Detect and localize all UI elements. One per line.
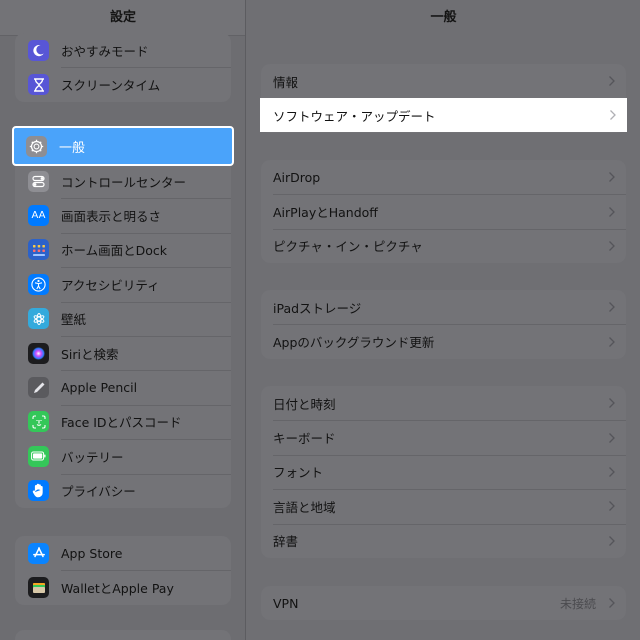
row-label: VPN: [273, 595, 299, 611]
sidebar-item-label: バッテリー: [61, 447, 124, 466]
chevron-right-icon: [609, 467, 615, 477]
sidebar-item-label: Siriと検索: [61, 344, 119, 363]
row-label: AirDrop: [273, 169, 321, 185]
sidebar-title: 設定: [0, 0, 245, 36]
chevron-right-icon: [609, 172, 615, 183]
sidebar-group-device: コントロールセンター AA 画面表示と明るさ ホーム画面とDock アクセシビリ…: [15, 128, 231, 508]
sidebar-item-label: コントロールセンター: [61, 174, 187, 190]
page-title: 一般: [430, 10, 457, 25]
settings-row-about[interactable]: 情報: [261, 64, 626, 98]
row-label: 言語と地域: [273, 499, 336, 515]
settings-row-language-region[interactable]: 言語と地域: [261, 489, 626, 523]
sidebar-item-apple-pencil[interactable]: Apple Pencil: [15, 370, 231, 404]
settings-row-keyboard[interactable]: キーボード: [261, 420, 626, 454]
detail-pane: 一般 情報 ソフトウェア・アップデート AirDrop AirPlayとHand…: [247, 0, 640, 640]
settings-row-airdrop[interactable]: AirDrop: [261, 160, 626, 194]
sidebar-item-label: App Store: [61, 545, 123, 561]
sidebar-item-accessibility[interactable]: アクセシビリティ: [15, 267, 231, 301]
settings-row-date-time[interactable]: 日付と時刻: [261, 386, 626, 420]
row-label: 辞書: [273, 534, 299, 550]
settings-row-software-update[interactable]: ソフトウェア・アップデート: [260, 98, 627, 132]
sidebar-group-store: App Store WalletとApple Pay: [15, 536, 231, 605]
sidebar-item-label: WalletとApple Pay: [61, 578, 174, 597]
chevron-right-icon: [609, 598, 615, 609]
chevron-right-icon: [609, 535, 615, 546]
row-label: Appのバックグラウンド更新: [273, 335, 435, 351]
hourglass-icon: [28, 74, 49, 96]
chevron-right-icon: [609, 432, 615, 443]
settings-row-fonts[interactable]: フォント: [261, 454, 626, 489]
settings-row-ipad-storage[interactable]: iPadストレージ: [261, 290, 626, 324]
siri-icon: [28, 342, 49, 364]
chevron-right-icon: [609, 241, 615, 251]
sidebar-item-do-not-disturb[interactable]: おやすみモード: [15, 33, 231, 67]
chevron-right-icon: [609, 302, 615, 313]
sidebar-item-label: プライバシー: [61, 481, 136, 500]
chevron-right-icon: [609, 501, 615, 512]
settings-row-airplay-handoff[interactable]: AirPlayとHandoff: [261, 194, 626, 228]
sidebar-group-focus: おやすみモード スクリーンタイム: [15, 33, 231, 102]
settings-group-vpn: VPN 未接続: [261, 586, 626, 621]
gear-icon: [26, 135, 47, 157]
chevron-right-icon: [609, 336, 615, 347]
row-label: フォント: [273, 465, 324, 481]
row-label: ピクチャ・イン・ピクチャ: [273, 239, 423, 255]
battery-icon: [28, 445, 49, 467]
sidebar-item-face-id-passcode[interactable]: Face IDとパスコード: [15, 405, 231, 439]
sidebar-item-label: 画面表示と明るさ: [61, 206, 161, 225]
sidebar-item-label: スクリーンタイム: [61, 75, 160, 94]
sidebar-item-screen-time[interactable]: スクリーンタイム: [15, 67, 231, 101]
sidebar-item-siri-search[interactable]: Siriと検索: [15, 336, 231, 370]
vpn-status-value: 未接続: [559, 596, 596, 611]
sidebar-item-general[interactable]: 一般: [12, 126, 234, 166]
settings-row-dictionary[interactable]: 辞書: [261, 523, 626, 558]
moon-icon: [28, 39, 49, 61]
home-grid-icon: [28, 239, 49, 261]
settings-row-picture-in-picture[interactable]: ピクチャ・イン・ピクチャ: [261, 228, 626, 263]
sidebar: 設定 おやすみモード スクリーンタイム コントロールセンター AA 画面表示と明…: [0, 0, 246, 640]
row-label: 情報: [273, 74, 299, 90]
toggles-icon: [28, 170, 49, 192]
settings-row-vpn[interactable]: VPN 未接続: [261, 586, 626, 620]
app-store-icon: [28, 542, 49, 564]
sidebar-item-label: アクセシビリティ: [61, 275, 160, 294]
sidebar-item-label: Apple Pencil: [61, 380, 138, 396]
row-label: 日付と時刻: [273, 396, 336, 412]
sidebar-item-label: Face IDとパスコード: [61, 412, 182, 431]
sidebar-item-home-screen-dock[interactable]: ホーム画面とDock: [15, 233, 231, 267]
row-label: AirPlayとHandoff: [273, 205, 378, 221]
pencil-icon: [28, 377, 49, 399]
face-id-icon: [28, 411, 49, 433]
settings-group-storage: iPadストレージ Appのバックグラウンド更新: [261, 290, 626, 359]
sidebar-item-control-center[interactable]: コントロールセンター: [15, 164, 231, 198]
sidebar-item-label: 一般: [59, 140, 86, 156]
sidebar-item-battery[interactable]: バッテリー: [15, 439, 231, 473]
row-label: キーボード: [273, 431, 336, 447]
hand-icon: [28, 480, 49, 502]
chevron-right-icon: [610, 110, 616, 120]
chevron-right-icon: [609, 206, 615, 217]
sidebar-group-partial: [15, 630, 231, 640]
accessibility-icon: [28, 273, 49, 295]
flower-icon: [28, 308, 49, 330]
settings-row-background-app-refresh[interactable]: Appのバックグラウンド更新: [261, 324, 626, 358]
sidebar-item-app-store[interactable]: App Store: [15, 536, 231, 570]
settings-group-language: 日付と時刻 キーボード フォント 言語と地域 辞書: [261, 386, 626, 558]
chevron-right-icon: [609, 76, 615, 87]
row-label: ソフトウェア・アップデート: [273, 108, 436, 124]
sidebar-item-wallpaper[interactable]: 壁紙: [15, 302, 231, 336]
sidebar-item-label: 壁紙: [61, 309, 86, 328]
wallet-icon: [28, 577, 49, 599]
sidebar-item-privacy[interactable]: プライバシー: [15, 474, 231, 508]
sidebar-item-label: おやすみモード: [61, 43, 149, 59]
sidebar-item-wallet-apple-pay[interactable]: WalletとApple Pay: [15, 570, 231, 604]
sidebar-item-label: ホーム画面とDock: [61, 240, 167, 259]
row-label: iPadストレージ: [273, 300, 362, 316]
text-size-icon: AA: [28, 205, 49, 227]
settings-group-connectivity: AirDrop AirPlayとHandoff ピクチャ・イン・ピクチャ: [261, 160, 626, 264]
sidebar-item-display-brightness[interactable]: AA 画面表示と明るさ: [15, 198, 231, 232]
chevron-right-icon: [609, 398, 615, 409]
